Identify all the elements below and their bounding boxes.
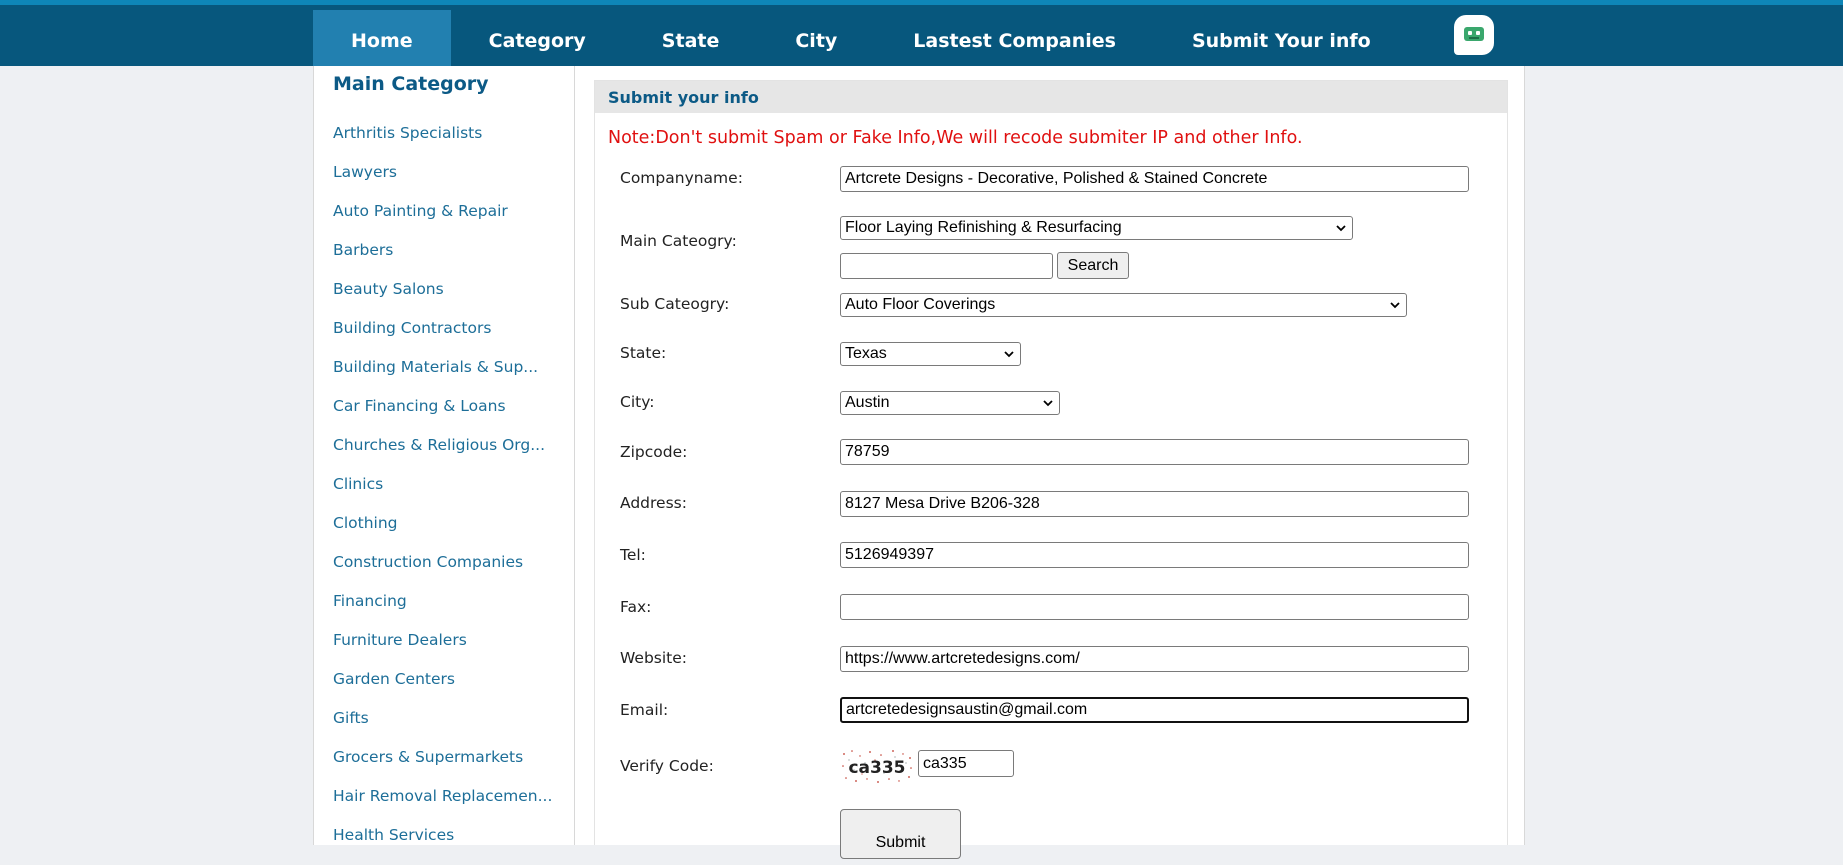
sidebar-title: Main Category (333, 73, 489, 95)
category-link[interactable]: Hair Removal Replacemen... (333, 787, 552, 826)
captcha-text: ca335 (848, 758, 905, 778)
submit-button[interactable]: Submit (840, 809, 961, 859)
verify-code-label: Verify Code: (620, 757, 714, 775)
zipcode-input[interactable]: 78759 (840, 439, 1469, 465)
verify-code-input[interactable]: ca335 (918, 750, 1014, 777)
main-category-value: Floor Laying Refinishing & Resurfacing (845, 219, 1122, 236)
category-link[interactable]: Building Contractors (333, 319, 552, 358)
category-sidebar: Main Category Arthritis Specialists Lawy… (314, 66, 575, 845)
category-link[interactable]: Health Services (333, 826, 552, 865)
category-link[interactable]: Churches & Religious Org... (333, 436, 552, 475)
website-label: Website: (620, 649, 688, 667)
nav-city[interactable]: City (757, 10, 875, 71)
state-value: Texas (845, 345, 887, 362)
chevron-down-icon (1043, 400, 1053, 407)
category-link[interactable]: Clothing (333, 514, 552, 553)
page-container: Main Category Arthritis Specialists Lawy… (313, 66, 1525, 859)
category-link[interactable]: Barbers (333, 241, 552, 280)
category-link[interactable]: Financing (333, 592, 552, 631)
website-input[interactable]: https://www.artcretedesigns.com/ (840, 646, 1469, 672)
city-select[interactable]: Austin (840, 391, 1060, 415)
main-category-label: Main Cateogry: (620, 232, 737, 250)
top-navigation-bar: Home Category State City Lastest Compani… (0, 0, 1843, 71)
fax-label: Fax: (620, 598, 652, 616)
captcha-image: ca335 (840, 748, 914, 784)
state-select[interactable]: Texas (840, 342, 1021, 366)
chevron-down-icon (1390, 302, 1400, 309)
email-value: artcretedesignsaustin@gmail.com (846, 701, 1088, 718)
category-link[interactable]: Construction Companies (333, 553, 552, 592)
main-nav: Home Category State City Lastest Compani… (313, 10, 1409, 71)
sub-category-select[interactable]: Auto Floor Coverings (840, 293, 1407, 317)
city-value: Austin (845, 394, 890, 411)
panel-heading: Submit your info (595, 81, 1507, 113)
category-link[interactable]: Lawyers (333, 163, 552, 202)
zipcode-value: 78759 (845, 443, 890, 460)
category-link[interactable]: Beauty Salons (333, 280, 552, 319)
address-input[interactable]: 8127 Mesa Drive B206-328 (840, 491, 1469, 517)
spam-warning-note: Note:Don't submit Spam or Fake Info,We w… (608, 128, 1303, 148)
category-link[interactable]: Clinics (333, 475, 552, 514)
category-search-input[interactable] (840, 253, 1053, 279)
category-search-button[interactable]: Search (1057, 252, 1129, 279)
website-value: https://www.artcretedesigns.com/ (845, 650, 1080, 667)
address-label: Address: (620, 494, 687, 512)
robot-face-icon[interactable] (1454, 15, 1494, 55)
category-link[interactable]: Car Financing & Loans (333, 397, 552, 436)
email-input[interactable]: artcretedesignsaustin@gmail.com (840, 697, 1469, 723)
nav-submit-info[interactable]: Submit Your info (1154, 10, 1409, 71)
city-label: City: (620, 393, 655, 411)
zipcode-label: Zipcode: (620, 443, 688, 461)
chevron-down-icon (1004, 351, 1014, 358)
tel-label: Tel: (620, 546, 646, 564)
state-label: State: (620, 344, 667, 362)
category-link[interactable]: Furniture Dealers (333, 631, 552, 670)
category-link[interactable]: Grocers & Supermarkets (333, 748, 552, 787)
nav-home[interactable]: Home (313, 10, 451, 71)
chevron-down-icon (1336, 225, 1346, 232)
sub-category-label: Sub Cateogry: (620, 295, 730, 313)
sub-category-value: Auto Floor Coverings (845, 296, 996, 313)
nav-latest-companies[interactable]: Lastest Companies (875, 10, 1154, 71)
companyname-value: Artcrete Designs - Decorative, Polished … (845, 170, 1268, 187)
email-label: Email: (620, 701, 669, 719)
nav-state[interactable]: State (624, 10, 758, 71)
main-category-select[interactable]: Floor Laying Refinishing & Resurfacing (840, 216, 1353, 240)
submit-info-panel: Submit your info Note:Don't submit Spam … (594, 80, 1508, 859)
category-link[interactable]: Auto Painting & Repair (333, 202, 552, 241)
category-list: Arthritis Specialists Lawyers Auto Paint… (333, 124, 552, 865)
companyname-label: Companyname: (620, 169, 743, 187)
verify-code-value: ca335 (923, 754, 967, 772)
companyname-input[interactable]: Artcrete Designs - Decorative, Polished … (840, 166, 1469, 192)
tel-input[interactable]: 5126949397 (840, 542, 1469, 568)
category-link[interactable]: Garden Centers (333, 670, 552, 709)
nav-category[interactable]: Category (451, 10, 624, 71)
category-link[interactable]: Building Materials & Sup... (333, 358, 552, 397)
tel-value: 5126949397 (845, 546, 934, 563)
category-link[interactable]: Gifts (333, 709, 552, 748)
address-value: 8127 Mesa Drive B206-328 (845, 495, 1040, 512)
category-link[interactable]: Arthritis Specialists (333, 124, 552, 163)
fax-input[interactable] (840, 594, 1469, 620)
